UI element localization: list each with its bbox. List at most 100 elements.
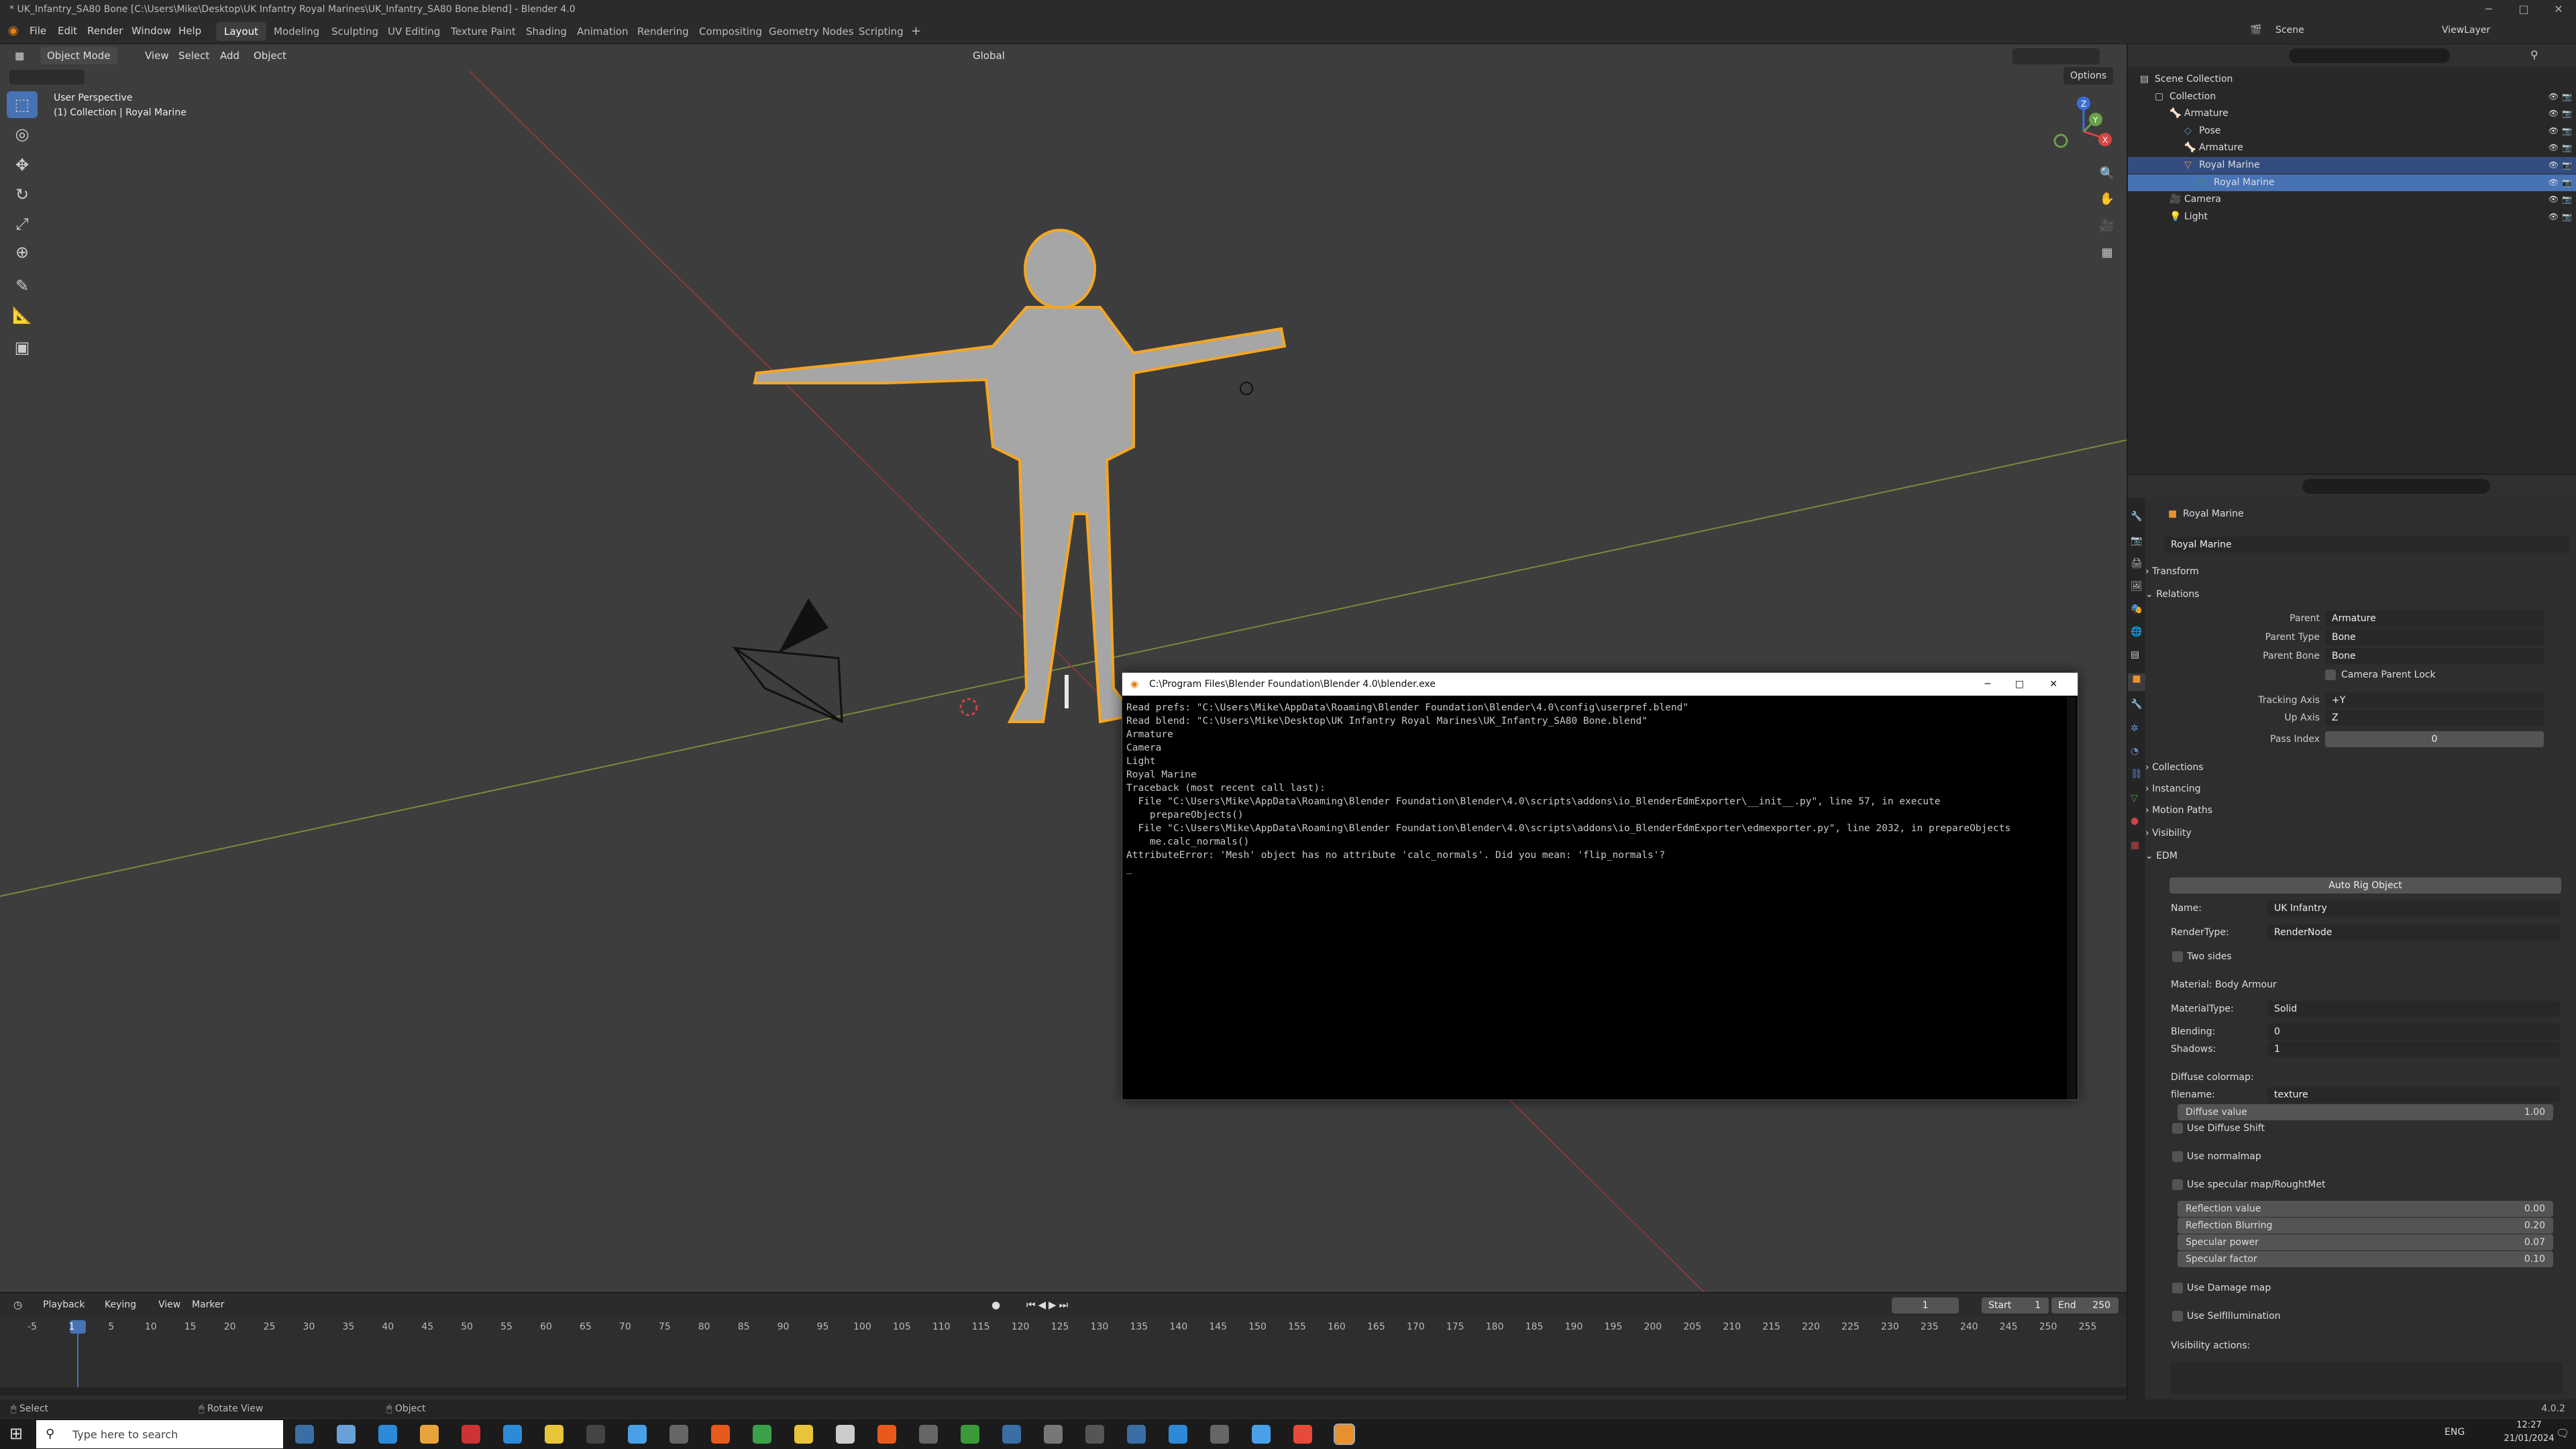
taskbar-app-icon[interactable]: [1169, 1425, 1187, 1444]
taskbar-app-icon[interactable]: [462, 1425, 480, 1444]
texture-tab-icon[interactable]: ▦: [2131, 840, 2143, 852]
pan-hand-icon[interactable]: ✋: [2096, 188, 2118, 211]
specular-power-slider[interactable]: Specular power 0.07: [2178, 1234, 2553, 1250]
console-window[interactable]: ◉ C:\Program Files\Blender Foundation\Bl…: [1122, 672, 2078, 1100]
render-visibility-icon[interactable]: 📷: [2562, 174, 2572, 191]
filename-field[interactable]: texture: [2267, 1087, 2560, 1103]
render-visibility-icon[interactable]: 📷: [2562, 191, 2572, 208]
section-relations[interactable]: ⌄ Relations: [2145, 589, 2199, 600]
outliner-row[interactable]: ▽ Royal Marine 👁 📷: [2128, 174, 2576, 191]
view-layer-tab-icon[interactable]: 🖼: [2131, 581, 2143, 593]
taskbar-app-icon[interactable]: [503, 1425, 522, 1444]
navigation-gizmo[interactable]: Z X Y: [2046, 91, 2120, 172]
menu-render[interactable]: Render: [87, 25, 123, 37]
console-maximize-icon[interactable]: □: [2015, 673, 2024, 696]
taskbar-app-icon[interactable]: [337, 1425, 356, 1444]
render-tab-icon[interactable]: 📷: [2131, 535, 2143, 547]
visibility-eye-icon[interactable]: 👁: [2548, 157, 2559, 174]
language-indicator[interactable]: ENG: [2445, 1427, 2465, 1438]
visibility-eye-icon[interactable]: 👁: [2548, 89, 2559, 105]
view-layer-selector[interactable]: ViewLayer: [2442, 25, 2490, 36]
section-collections[interactable]: › Collections: [2145, 762, 2204, 773]
render-visibility-icon[interactable]: 📷: [2562, 123, 2572, 140]
outliner-row[interactable]: 🎥 Camera 👁 📷: [2128, 191, 2576, 208]
visibility-eye-icon[interactable]: 👁: [2548, 174, 2559, 191]
scene-selector[interactable]: Scene: [2275, 25, 2304, 36]
taskbar-app-icon[interactable]: [420, 1425, 439, 1444]
add-workspace-icon[interactable]: +: [903, 22, 929, 41]
clock-time[interactable]: 12:27: [2501, 1420, 2557, 1430]
visibility-eye-icon[interactable]: 👁: [2548, 209, 2559, 225]
parent-field[interactable]: Armature: [2325, 610, 2544, 627]
outliner-row[interactable]: 🦴 Armature 👁 📷: [2128, 140, 2576, 156]
tab-modeling[interactable]: Modeling: [266, 22, 327, 41]
render-type-dropdown[interactable]: RenderNode: [2267, 924, 2560, 941]
parent-type-dropdown[interactable]: Bone: [2325, 629, 2544, 645]
render-visibility-icon[interactable]: 📷: [2562, 157, 2572, 174]
constraints-tab-icon[interactable]: ⛓: [2131, 769, 2143, 781]
taskbar-app-icon[interactable]: [961, 1425, 979, 1444]
modifier-tab-icon[interactable]: 🔧: [2131, 699, 2143, 711]
use-normalmap-checkbox[interactable]: [2172, 1151, 2183, 1162]
up-axis-dropdown[interactable]: Z: [2325, 710, 2544, 726]
taskbar-app-icon[interactable]: [545, 1425, 564, 1444]
visibility-actions-list[interactable]: [2171, 1362, 2563, 1394]
tool-tab-icon[interactable]: 🔧: [2131, 511, 2143, 523]
taskbar-app-icon[interactable]: [295, 1425, 314, 1444]
taskbar-app-icon[interactable]: [1044, 1425, 1063, 1444]
pass-index-field[interactable]: 0: [2325, 731, 2544, 747]
console-minimize-icon[interactable]: ─: [1985, 673, 1990, 696]
outliner-row[interactable]: 💡 Light 👁 📷: [2128, 209, 2576, 225]
parent-bone-field[interactable]: Bone: [2325, 648, 2544, 664]
properties-search-input[interactable]: [2302, 479, 2490, 494]
console-scrollbar[interactable]: [2067, 697, 2076, 1099]
two-sides-checkbox[interactable]: [2172, 951, 2183, 962]
grid-view-icon[interactable]: ▦: [2096, 241, 2118, 264]
section-transform[interactable]: › Transform: [2145, 566, 2199, 577]
tab-shading[interactable]: Shading: [518, 22, 575, 41]
tab-compositing[interactable]: Compositing: [691, 22, 770, 41]
auto-rig-button[interactable]: Auto Rig Object: [2169, 877, 2561, 894]
taskbar-app-icon[interactable]: [836, 1425, 855, 1444]
tab-rendering[interactable]: Rendering: [629, 22, 697, 41]
windows-start-icon[interactable]: ⊞: [9, 1424, 23, 1443]
diffuse-value-slider[interactable]: Diffuse value 1.00: [2178, 1104, 2553, 1120]
taskbar-search-box[interactable]: ⚲ Type here to search: [36, 1420, 283, 1448]
data-tab-icon[interactable]: ▽: [2131, 793, 2143, 805]
tracking-axis-dropdown[interactable]: +Y: [2325, 692, 2544, 708]
visibility-eye-icon[interactable]: 👁: [2548, 123, 2559, 140]
timeline-ruler[interactable]: -5 1 5 10 15 20 25 30 35 40 45 50 55 60 65 70 75 80 85 90 95…: [0, 1293, 2127, 1399]
menu-file[interactable]: File: [30, 25, 46, 37]
taskbar-app-icon[interactable]: [877, 1425, 896, 1444]
tab-layout[interactable]: Layout: [216, 22, 266, 41]
3d-viewport[interactable]: ▦ Object Mode View Select Add Object Glo…: [0, 44, 2127, 1292]
close-icon[interactable]: ✕: [2541, 0, 2576, 19]
section-motion-paths[interactable]: › Motion Paths: [2145, 805, 2212, 816]
reflection-value-slider[interactable]: Reflection value 0.00: [2178, 1201, 2553, 1217]
taskbar-app-icon[interactable]: [1252, 1425, 1271, 1444]
taskbar-app-icon[interactable]: [711, 1425, 730, 1444]
camera-view-icon[interactable]: 🎥: [2096, 215, 2118, 237]
render-visibility-icon[interactable]: 📷: [2562, 140, 2572, 156]
particles-tab-icon[interactable]: ✲: [2131, 723, 2143, 735]
world-tab-icon[interactable]: 🌐: [2131, 627, 2143, 639]
material-tab-icon[interactable]: ●: [2131, 816, 2143, 828]
use-damage-map-checkbox[interactable]: [2172, 1283, 2183, 1293]
use-selfillumination-checkbox[interactable]: [2172, 1311, 2183, 1322]
render-visibility-icon[interactable]: 📷: [2562, 209, 2572, 225]
zoom-icon[interactable]: 🔍: [2096, 162, 2118, 185]
outliner-row[interactable]: ▽ Royal Marine 👁 📷: [2128, 157, 2576, 174]
visibility-eye-icon[interactable]: 👁: [2548, 191, 2559, 208]
object-tab-icon[interactable]: ■: [2128, 674, 2145, 691]
tab-texture-paint[interactable]: Texture Paint: [443, 22, 524, 41]
filter-icon[interactable]: ⚲: [2530, 48, 2538, 61]
outliner-row[interactable]: ▤ Scene Collection: [2128, 71, 2576, 88]
reflection-blurring-slider[interactable]: Reflection Blurring 0.20: [2178, 1218, 2553, 1234]
outliner-row[interactable]: ◇ Pose 👁 📷: [2128, 123, 2576, 140]
console-title-bar[interactable]: ◉ C:\Program Files\Blender Foundation\Bl…: [1122, 673, 2078, 696]
scene-tab-icon[interactable]: 🎭: [2131, 604, 2143, 616]
section-edm[interactable]: ⌄ EDM: [2145, 851, 2178, 861]
taskbar-app-icon[interactable]: [378, 1425, 397, 1444]
section-instancing[interactable]: › Instancing: [2145, 784, 2201, 794]
taskbar-app-icon[interactable]: [1293, 1425, 1312, 1444]
